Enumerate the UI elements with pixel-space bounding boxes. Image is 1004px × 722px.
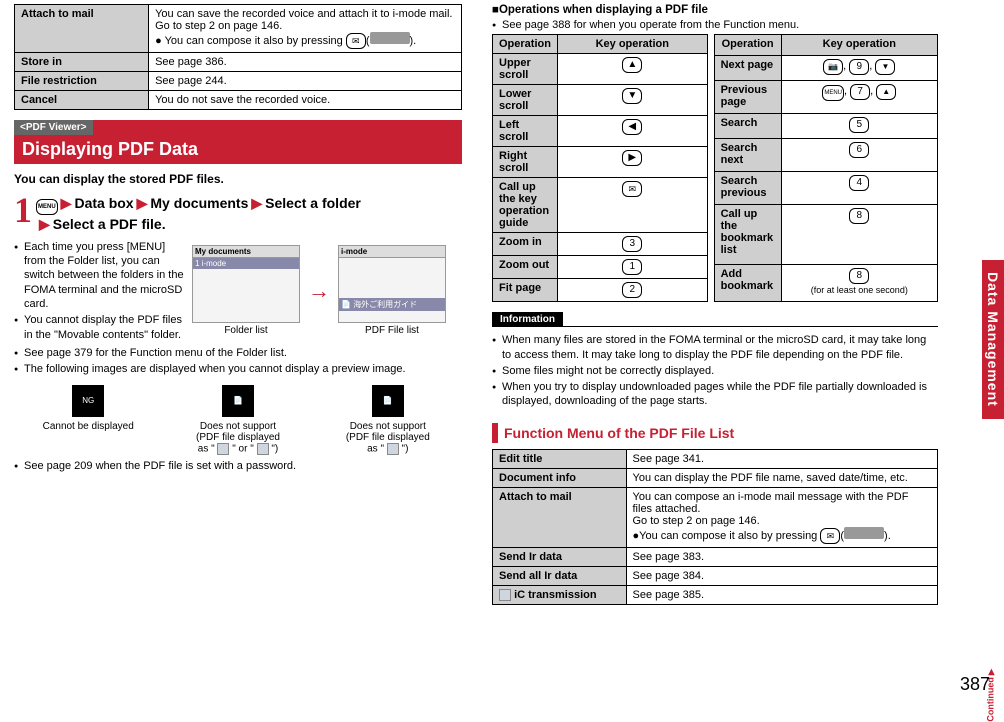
caption-folder-list: Folder list (192, 325, 300, 336)
softkey-icon (844, 527, 884, 539)
arrow-icon: → (308, 278, 330, 304)
step-number: 1 (14, 194, 32, 226)
section-header: <PDF Viewer> Displaying PDF Data (14, 120, 462, 164)
right-column: ■Operations when displaying a PDF file S… (472, 0, 944, 699)
mail-key-icon (820, 528, 840, 544)
up-key-icon: ▲ (876, 84, 896, 100)
information-list: When many files are stored in the FOMA t… (492, 333, 938, 408)
caption-pdf-list: PDF File list (338, 325, 446, 336)
ic-icon (499, 589, 511, 601)
function-menu-table: Edit titleSee page 341. Document infoYou… (492, 449, 938, 605)
left-key-icon: ◀ (622, 119, 642, 135)
mail-key-icon (346, 33, 366, 49)
unsupported-icon: 📄 (222, 385, 254, 417)
password-footnote: See page 209 when the PDF file is set wi… (14, 459, 462, 473)
bullet-list-2: See page 379 for the Function menu of th… (14, 346, 462, 377)
up-key-icon: ▲ (622, 57, 642, 73)
camera-key-icon: 📷 (823, 59, 843, 75)
key-6-icon: 6 (849, 142, 869, 158)
function-menu-header: Function Menu of the PDF File List (492, 423, 938, 443)
mail-key-icon (622, 181, 642, 197)
key-7-icon: 7 (850, 84, 870, 100)
intro-text: You can display the stored PDF files. (14, 172, 462, 186)
ops-heading: Operations when displaying a PDF file (499, 4, 708, 16)
attach-table: Attach to mail You can save the recorded… (14, 4, 462, 110)
key-5-icon: 5 (849, 117, 869, 133)
key-1-icon: 1 (622, 259, 642, 275)
left-column: Attach to mail You can save the recorded… (0, 0, 472, 699)
preview-icons-row: Cannot be displayed 📄 Does not support(P… (24, 385, 452, 455)
softkey-icon (370, 32, 410, 44)
unsupported-icon-2: 📄 (372, 385, 404, 417)
key-8-icon: 8 (849, 268, 869, 284)
key-4-icon: 4 (849, 175, 869, 191)
row-body: You can save the recorded voice and atta… (149, 5, 462, 53)
row-label: Attach to mail (15, 5, 149, 53)
arrow-icon: ▶ (58, 195, 75, 211)
pdf-file-list-screenshot: i-mode 📄 海外ご利用ガイド (338, 245, 446, 323)
key-8-icon: 8 (849, 208, 869, 224)
menu-key-icon: MENU (36, 199, 58, 215)
down-key-icon: ▼ (622, 88, 642, 104)
down-key-icon: ▼ (875, 59, 895, 75)
step-1: 1 MENU▶Data box▶My documents▶Select a fo… (14, 194, 462, 234)
bullet-list-1: Each time you press [MENU] from the Fold… (14, 238, 184, 344)
key-2-icon: 2 (622, 282, 642, 298)
key-3-icon: 3 (622, 236, 642, 252)
key-operation-tables: OperationKey operation Upper scroll▲ Low… (492, 34, 938, 302)
section-title: Displaying PDF Data (14, 135, 462, 164)
folder-list-screenshot: My documents 1 i-mode (192, 245, 300, 323)
key-9-icon: 9 (849, 59, 869, 75)
information-label: Information (492, 312, 563, 327)
side-tab: Data Management (982, 260, 1004, 419)
cannot-display-icon (72, 385, 104, 417)
section-tag: <PDF Viewer> (14, 120, 93, 135)
right-key-icon: ▶ (622, 150, 642, 166)
menu-key-icon: MENU (822, 85, 844, 101)
page-number: 387 (960, 674, 990, 695)
